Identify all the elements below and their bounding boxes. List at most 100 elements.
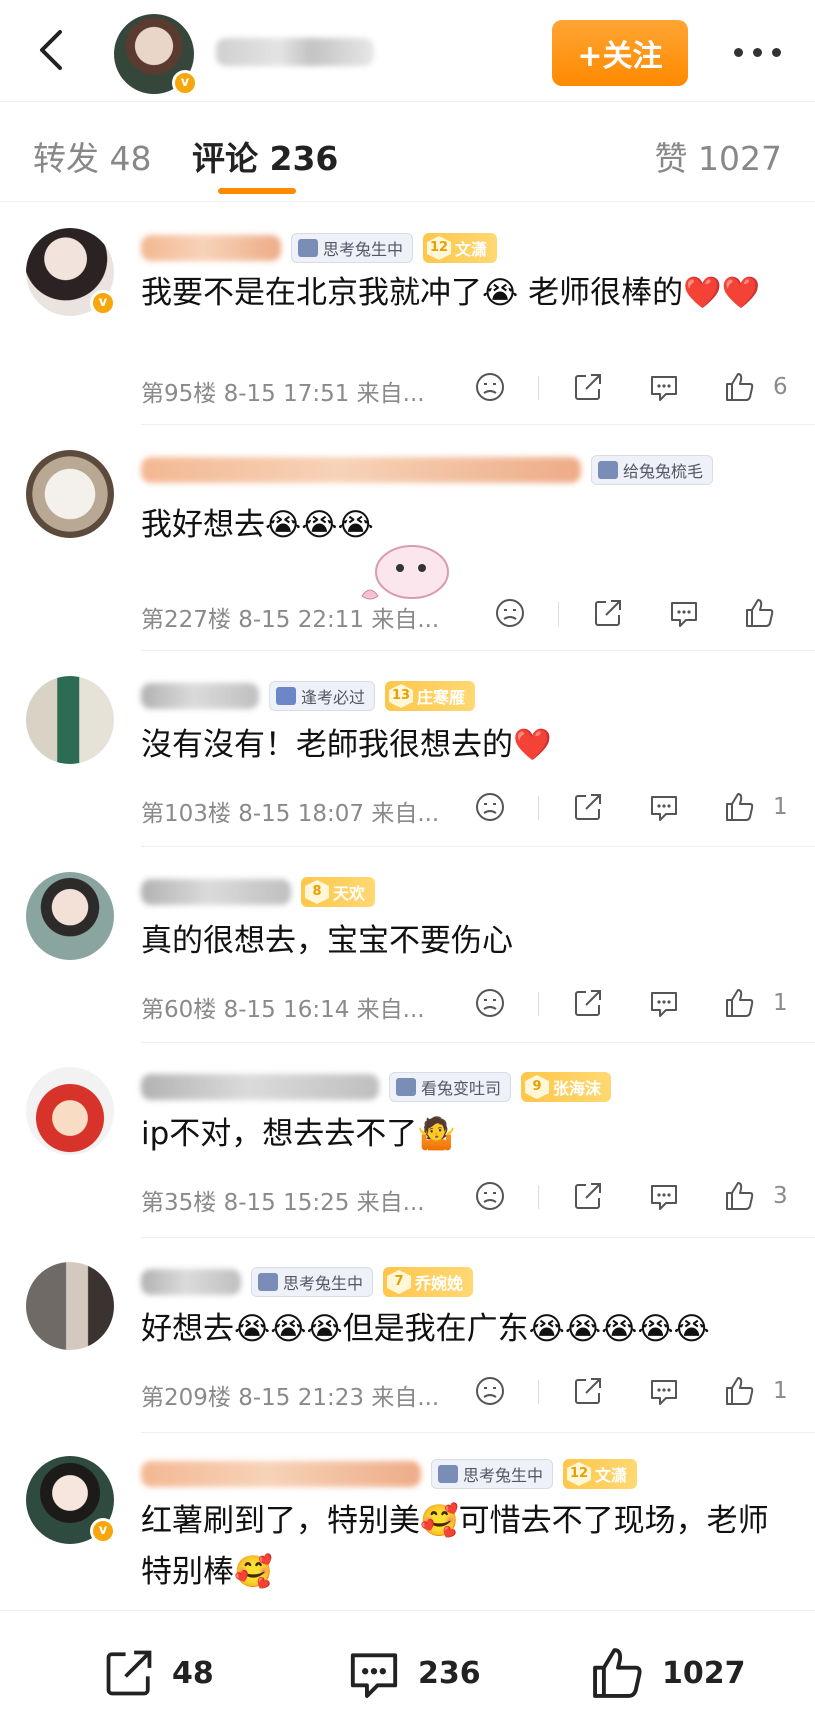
- fan-level-badge: 8 天欢: [301, 877, 376, 907]
- reply-icon[interactable]: [667, 596, 701, 630]
- bottom-action-bar: 48 236 1027: [0, 1610, 815, 1732]
- commenter-name-blurred[interactable]: [141, 1461, 421, 1487]
- tab-likes[interactable]: 赞 1027: [655, 132, 782, 180]
- like-count: 1: [773, 990, 788, 1016]
- comment-icon: [350, 1653, 398, 1698]
- divider: [538, 1380, 539, 1404]
- dislike-face-icon[interactable]: [473, 370, 507, 404]
- comment-divider: [141, 1432, 815, 1433]
- fan-level-badge: 9 张海沫: [521, 1072, 612, 1102]
- like-count: 1: [773, 1378, 788, 1404]
- share-icon: [106, 1650, 152, 1696]
- reply-icon[interactable]: [647, 370, 681, 404]
- like-count: 3: [773, 1183, 788, 1209]
- share-icon[interactable]: [571, 1374, 605, 1408]
- follow-button[interactable]: +关注: [552, 20, 688, 86]
- share-icon[interactable]: [591, 596, 625, 630]
- verified-badge-icon: v: [172, 70, 198, 96]
- like-count: 1: [773, 794, 788, 820]
- fan-level-badge: 7 乔婉娩: [383, 1267, 474, 1297]
- dislike-face-icon[interactable]: [473, 1374, 507, 1408]
- dislike-face-icon[interactable]: [473, 790, 507, 824]
- comment-divider: [141, 846, 815, 847]
- calendar-icon: [598, 461, 618, 479]
- commenter-name-blurred[interactable]: [141, 683, 259, 709]
- like-thumb-icon[interactable]: [723, 790, 757, 824]
- medal-badge: 思考兔生中: [431, 1459, 554, 1489]
- comment-count: 236: [418, 1655, 481, 1691]
- comment-meta: 第95楼 8-15 17:51 来自...: [141, 381, 425, 407]
- divider: [538, 796, 539, 820]
- verified-badge-icon: v: [90, 1518, 116, 1544]
- share-icon[interactable]: [571, 790, 605, 824]
- top-bar: v +关注: [0, 0, 815, 102]
- hundred-score-icon: [276, 687, 296, 705]
- commenter-name-blurred[interactable]: [141, 1269, 241, 1295]
- commenter-name-blurred[interactable]: [141, 457, 581, 483]
- comment-divider: [141, 1042, 815, 1043]
- author-name-blurred[interactable]: [216, 38, 374, 66]
- medal-badge: 看兔变吐司: [389, 1072, 512, 1102]
- commenter-avatar[interactable]: [26, 1262, 114, 1350]
- share-icon[interactable]: [571, 370, 605, 404]
- share-icon[interactable]: [571, 986, 605, 1020]
- comment-divider: [141, 424, 815, 425]
- fan-level-badge: 12 文潇: [423, 233, 498, 263]
- commenter-name-blurred[interactable]: [141, 235, 281, 261]
- tab-reposts[interactable]: 转发 48: [33, 132, 151, 180]
- like-count: 6: [773, 374, 788, 400]
- like-thumb-icon[interactable]: [723, 370, 757, 404]
- comment-meta: 第35楼 8-15 15:25 来自...: [141, 1190, 425, 1216]
- like-thumb-icon[interactable]: [723, 986, 757, 1020]
- reply-icon[interactable]: [647, 986, 681, 1020]
- author-avatar[interactable]: v: [114, 14, 198, 96]
- repost-count: 48: [172, 1655, 214, 1691]
- comment-button[interactable]: 236: [344, 1643, 481, 1703]
- like-thumb-icon: [593, 1648, 642, 1698]
- like-button[interactable]: 1027: [588, 1643, 746, 1703]
- calendar-icon: [258, 1273, 278, 1291]
- commenter-name-blurred[interactable]: [141, 879, 291, 905]
- dislike-face-icon[interactable]: [473, 986, 507, 1020]
- share-icon[interactable]: [571, 1179, 605, 1213]
- like-thumb-icon[interactable]: [723, 1374, 757, 1408]
- reply-icon[interactable]: [647, 790, 681, 824]
- commenter-name-blurred[interactable]: [141, 1074, 379, 1100]
- comment-meta: 第60楼 8-15 16:14 来自...: [141, 997, 425, 1023]
- commenter-avatar[interactable]: [26, 1067, 114, 1155]
- comment-text: ip不对，想去去不了🤷: [141, 1116, 456, 1152]
- comment-meta: 第209楼 8-15 21:23 来自...: [141, 1385, 440, 1411]
- reply-icon[interactable]: [647, 1374, 681, 1408]
- back-arrow-icon[interactable]: [26, 22, 82, 78]
- comment-divider: [141, 650, 815, 651]
- comment-text: 好想去😭😭😭但是我在广东😭😭😭😭😭: [141, 1311, 710, 1347]
- comment-text: 我好想去😭😭😭: [141, 507, 374, 543]
- commenter-avatar[interactable]: [26, 676, 114, 764]
- commenter-avatar[interactable]: v: [26, 228, 116, 316]
- commenter-avatar[interactable]: v: [26, 1456, 116, 1544]
- reply-icon[interactable]: [647, 1179, 681, 1213]
- comment-meta: 第227楼 8-15 22:11 来自...: [141, 607, 440, 633]
- comment-text: 真的很想去，宝宝不要伤心: [141, 923, 513, 959]
- fan-level-badge: 13 庄寒雁: [385, 681, 476, 711]
- comment-divider: [141, 1237, 815, 1238]
- commenter-avatar[interactable]: [26, 872, 114, 960]
- calendar-icon: [298, 239, 318, 257]
- verified-badge-icon: v: [90, 290, 116, 316]
- repost-button[interactable]: 48: [100, 1643, 214, 1703]
- dislike-face-icon[interactable]: [473, 1179, 507, 1213]
- medal-badge: 给兔兔梳毛: [591, 455, 714, 485]
- active-tab-indicator: [218, 188, 296, 194]
- commenter-avatar[interactable]: [26, 450, 114, 538]
- comment-meta: 第103楼 8-15 18:07 来自...: [141, 801, 440, 827]
- like-count-total: 1027: [662, 1655, 746, 1691]
- comment-text: 我要不是在北京我就冲了😭 老师很棒的❤️❤️: [141, 275, 761, 311]
- tab-comments[interactable]: 评论 236: [192, 132, 338, 180]
- medal-badge: 思考兔生中: [251, 1267, 374, 1297]
- more-options-icon[interactable]: [724, 34, 790, 70]
- divider: [538, 1185, 539, 1209]
- like-thumb-icon[interactable]: [743, 596, 777, 630]
- calendar-icon: [396, 1078, 416, 1096]
- like-thumb-icon[interactable]: [723, 1179, 757, 1213]
- dislike-face-icon[interactable]: [493, 596, 527, 630]
